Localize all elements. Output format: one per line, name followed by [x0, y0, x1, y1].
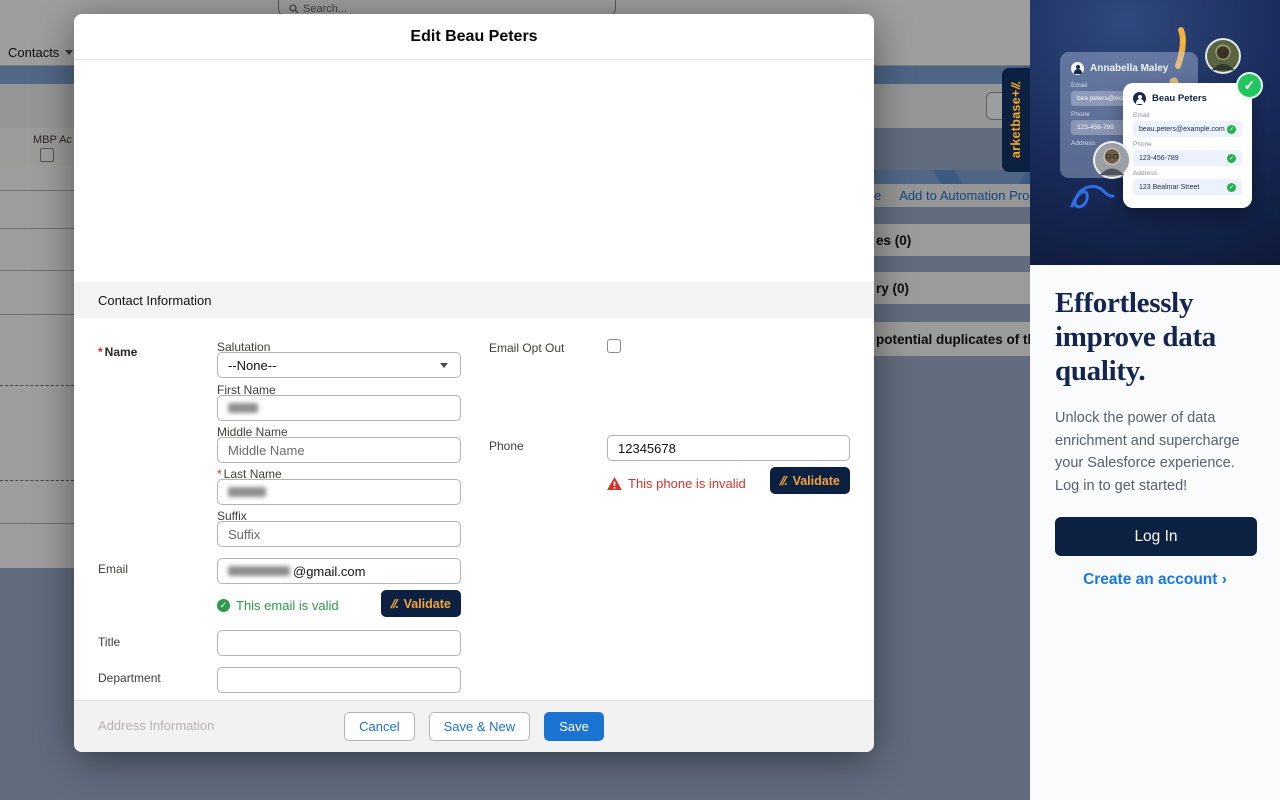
suffix-input[interactable]: [217, 521, 461, 547]
modal-title: Edit Beau Peters: [410, 28, 537, 46]
avatar-photo-man: [1093, 141, 1131, 179]
redacted-value: [228, 487, 266, 497]
modal-header: Edit Beau Peters: [74, 14, 874, 60]
marketbase-logo-icon: //.: [1008, 82, 1023, 89]
avatar-photo-woman: [1205, 38, 1241, 74]
field-label: Phone: [1133, 141, 1242, 148]
department-label: Department: [98, 671, 161, 685]
sidebar-body-text: Unlock the power of data enrichment and …: [1055, 407, 1261, 497]
field-label: Address: [1133, 170, 1242, 177]
edit-contact-modal: Edit Beau Peters Contact Information *Na…: [74, 14, 874, 752]
contact-name: Beau Peters: [1152, 93, 1207, 104]
department-input[interactable]: [217, 667, 461, 693]
redacted-value: [228, 403, 258, 413]
field-label: Email: [1133, 112, 1242, 119]
avatar-icon: [1071, 62, 1084, 75]
email-opt-out-label: Email Opt Out: [489, 341, 564, 355]
brand-tab-text: arketbase+: [1009, 89, 1023, 158]
field-value: 123 Bealmar Street ✓: [1133, 179, 1242, 195]
field-value: 123-456-789 ✓: [1133, 150, 1242, 166]
suffix-field[interactable]: [228, 527, 450, 542]
required-icon: *: [98, 345, 103, 359]
salutation-select[interactable]: --None--: [217, 352, 461, 378]
save-button[interactable]: Save: [544, 712, 604, 741]
check-icon: ✓: [217, 599, 230, 612]
first-name-input[interactable]: [217, 395, 461, 421]
chevron-down-icon: [440, 363, 448, 368]
name-label: *Name: [98, 345, 137, 359]
marketbase-sidebar: Annabella Maley Email bea.peters@exa Pho…: [1030, 0, 1280, 800]
title-input[interactable]: [217, 630, 461, 656]
check-icon: ✓: [1227, 183, 1236, 192]
cancel-button[interactable]: Cancel: [344, 712, 414, 741]
email-opt-out-checkbox[interactable]: [607, 339, 621, 353]
screen: Search... Contacts MBP Ac e Add to Autom…: [0, 0, 1280, 800]
modal-footer: Address Information Cancel Save & New Sa…: [74, 700, 874, 752]
redacted-value: [228, 566, 290, 576]
save-and-new-button[interactable]: Save & New: [429, 712, 531, 741]
create-account-link[interactable]: Create an account ›: [1030, 571, 1280, 589]
contact-name: Annabella Maley: [1090, 63, 1168, 74]
sidebar-heading: Effortlessly improve data quality.: [1055, 286, 1267, 388]
chevron-right-icon: ›: [1222, 571, 1227, 588]
marketbase-panel-tab[interactable]: arketbase+//.: [1002, 68, 1030, 172]
verified-badge-icon: ✓: [1236, 72, 1263, 99]
email-domain: @gmail.com: [293, 564, 365, 579]
phone-input[interactable]: [607, 435, 850, 461]
last-name-input[interactable]: [217, 479, 461, 505]
avatar-icon: [1133, 92, 1146, 105]
squiggle-doodle-icon: [1068, 180, 1116, 214]
middle-name-field[interactable]: [228, 443, 450, 458]
phone-field[interactable]: [618, 441, 839, 456]
middle-name-input[interactable]: [217, 437, 461, 463]
contact-card-front: Beau Peters Email beau.peters@example.co…: [1123, 83, 1252, 208]
log-in-button[interactable]: Log In: [1055, 517, 1257, 556]
check-icon: ✓: [1227, 125, 1236, 134]
warning-icon: [607, 477, 622, 490]
sidebar-hero: Annabella Maley Email bea.peters@exa Pho…: [1030, 0, 1280, 265]
email-input[interactable]: @gmail.com: [217, 558, 461, 584]
department-field[interactable]: [228, 673, 450, 688]
marketbase-logo-icon: //.: [390, 597, 399, 611]
validate-email-button[interactable]: //. Validate: [381, 590, 461, 617]
salutation-value: --None--: [228, 358, 276, 373]
title-label: Title: [98, 635, 120, 649]
title-field[interactable]: [228, 636, 450, 651]
email-valid-message: ✓ This email is valid: [217, 598, 339, 613]
field-value: beau.peters@example.com ✓: [1133, 121, 1242, 137]
phone-label: Phone: [489, 439, 524, 453]
marketbase-logo-icon: //.: [779, 474, 788, 488]
check-icon: ✓: [1227, 154, 1236, 163]
phone-invalid-message: This phone is invalid: [607, 476, 746, 491]
email-label: Email: [98, 562, 128, 576]
section-contact-information: Contact Information: [74, 282, 874, 318]
validate-phone-button[interactable]: //. Validate: [770, 467, 850, 494]
